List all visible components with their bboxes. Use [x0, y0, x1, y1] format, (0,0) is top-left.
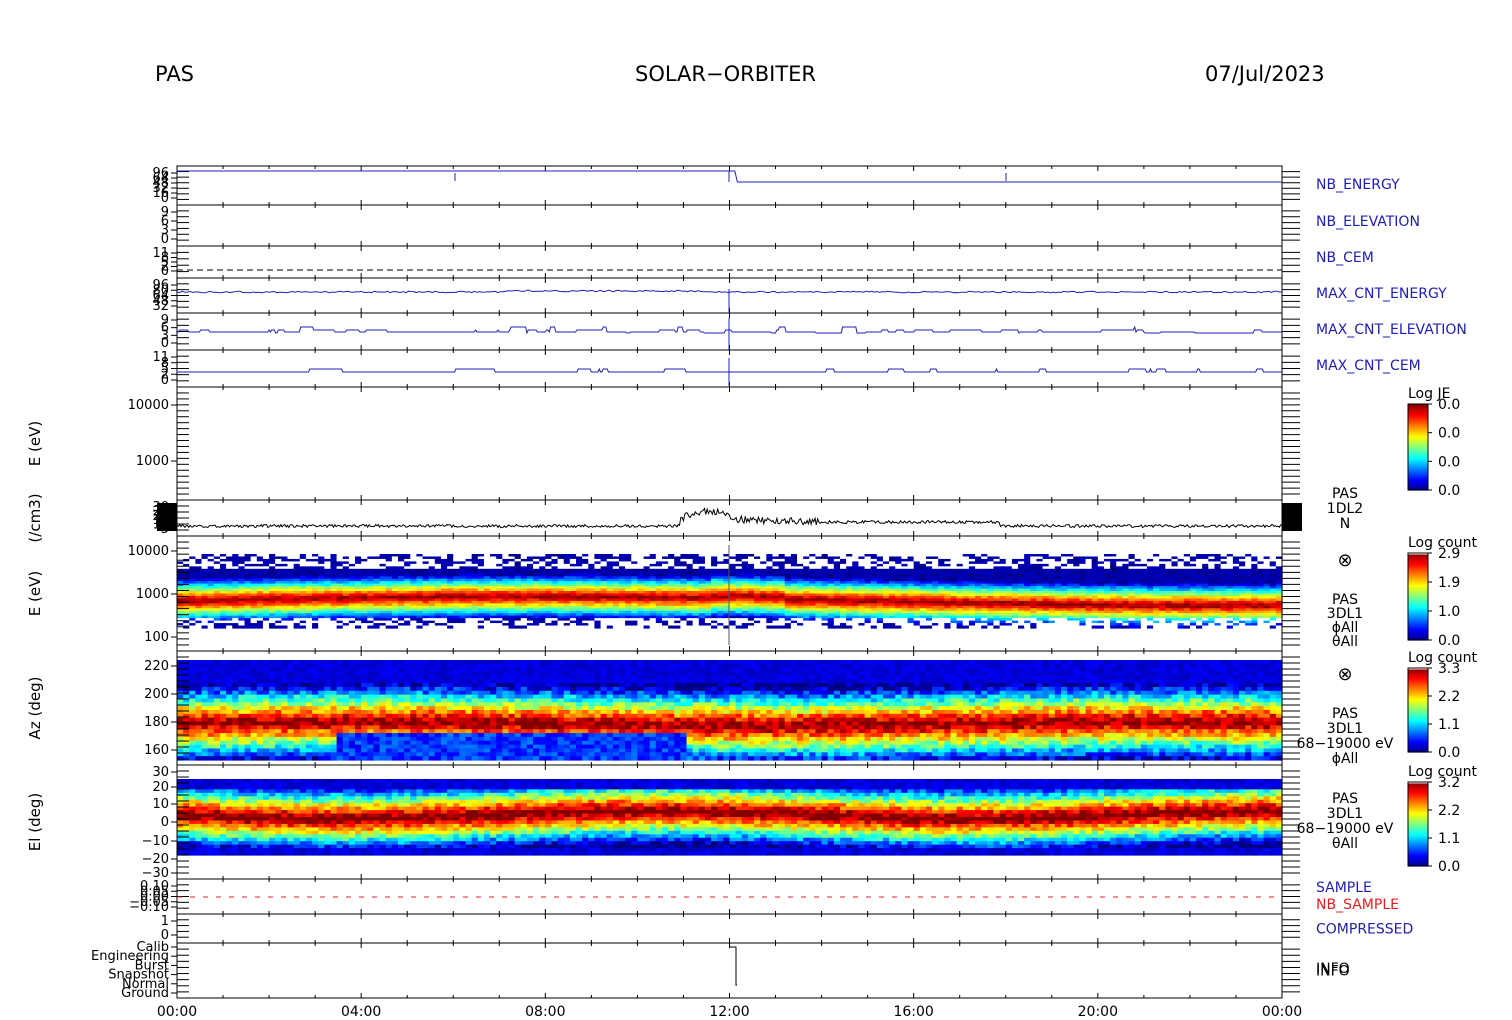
- energy-spectrogram-ytick: 10000: [128, 544, 169, 559]
- azimuth-spectrogram-ylabel: Az (deg): [26, 677, 44, 740]
- elevation-spectrogram-cbar-tick: 1.1: [1438, 831, 1460, 847]
- energy-spectrogram-colorbar: [1407, 552, 1432, 641]
- elevation-spectrogram-side-3: θAll: [1332, 836, 1358, 852]
- x-tick-label: 16:00: [893, 1004, 933, 1020]
- energy-spectrogram-cbar-tick: 2.9: [1438, 546, 1460, 562]
- nb-elevation-frame: [176, 204, 1283, 247]
- density-side-1: 1DL2: [1327, 501, 1363, 517]
- energy-spectrogram-ytick: 1000: [136, 587, 169, 602]
- elevation-spectrogram-cbar-tick: 0.0: [1438, 859, 1460, 875]
- elevation-spectrogram-side-2: 68−19000 eV: [1297, 821, 1394, 837]
- nb-energy-label: NB_ENERGY: [1316, 177, 1400, 193]
- je-spectrogram-cbar-tick: 0.0: [1438, 483, 1460, 499]
- x-tick-label: 20:00: [1078, 1004, 1118, 1020]
- energy-spectrogram-ytick: 100: [144, 630, 169, 645]
- azimuth-spectrogram-cbar-tick: 0.0: [1438, 745, 1460, 761]
- energy-spectrogram-cbar-tick: 1.0: [1438, 604, 1460, 620]
- azimuth-spectrogram-side-1: 3DL1: [1327, 721, 1363, 737]
- density-frame: [176, 499, 1283, 537]
- elevation-spectrogram-ytick: 20: [152, 780, 169, 795]
- x-tick-label: 04:00: [341, 1004, 381, 1020]
- max-cnt-cem-label: MAX_CNT_CEM: [1316, 358, 1421, 374]
- energy-spectrogram-ylabel: E (eV): [26, 571, 44, 616]
- sample-label-1: NB_SAMPLE: [1316, 897, 1399, 913]
- max-cnt-energy-ytick: 32: [152, 299, 169, 314]
- info-frame: [176, 942, 1283, 999]
- info-ytick: Ground: [121, 986, 169, 1001]
- max-cnt-energy-label: MAX_CNT_ENERGY: [1316, 286, 1447, 302]
- je-spectrogram-ylabel: E (eV): [26, 421, 44, 466]
- azimuth-spectrogram-cbar-tick: 2.2: [1438, 689, 1460, 705]
- density-side-2: N: [1340, 516, 1350, 532]
- circle-cross-icon: ⊗: [1337, 550, 1352, 571]
- elevation-spectrogram-ytick: 0: [161, 815, 169, 830]
- elevation-spectrogram-ytick: 30: [152, 765, 169, 780]
- elevation-spectrogram-ylabel: El (deg): [26, 793, 44, 851]
- pas-summary-plot: 9664483216096301185209680644832963011852…: [26, 165, 1477, 1020]
- elevation-spectrogram-ytick: −20: [142, 852, 169, 867]
- elevation-spectrogram-side-1: 3DL1: [1327, 806, 1363, 822]
- circle-cross-icon: ⊗: [1337, 664, 1352, 685]
- density-ylabel: (/cm3): [26, 493, 44, 542]
- density-edge-block: [1282, 503, 1302, 531]
- nb-elevation-label: NB_ELEVATION: [1316, 214, 1420, 230]
- elevation-spectrogram-cells: [177, 779, 1283, 856]
- density-trace: [176, 507, 1283, 529]
- energy-spectrogram-cells: [177, 554, 1283, 629]
- azimuth-spectrogram-side-2: 68−19000 eV: [1297, 736, 1394, 752]
- elevation-spectrogram-cbar-tick: 2.2: [1438, 803, 1460, 819]
- density-side-0: PAS: [1332, 486, 1358, 502]
- azimuth-spectrogram-cells: [177, 660, 1283, 761]
- energy-spectrogram-side-3: θAll: [1332, 634, 1358, 650]
- azimuth-spectrogram-ytick: 180: [144, 715, 169, 730]
- azimuth-spectrogram-side-0: PAS: [1332, 706, 1358, 722]
- elevation-spectrogram-side-0: PAS: [1332, 791, 1358, 807]
- nb-energy-ytick: 0: [161, 191, 169, 206]
- azimuth-spectrogram-side-3: ϕAll: [1332, 751, 1359, 767]
- max-cnt-elevation-label: MAX_CNT_ELEVATION: [1316, 322, 1467, 338]
- x-tick-label: 00:00: [157, 1004, 197, 1020]
- sample-ytick: −0.10: [129, 900, 169, 915]
- sample-label-0: SAMPLE: [1316, 880, 1372, 896]
- nb-cem-label: NB_CEM: [1316, 250, 1374, 266]
- x-tick-label: 08:00: [525, 1004, 565, 1020]
- max-cnt-elevation-ytick: 0: [161, 336, 169, 351]
- azimuth-spectrogram-ytick: 220: [144, 659, 169, 674]
- elevation-spectrogram-ytick: −10: [142, 834, 169, 849]
- elevation-spectrogram-cbar-tick: 3.2: [1438, 775, 1460, 791]
- azimuth-spectrogram-cbar-tick: 1.1: [1438, 717, 1460, 733]
- compressed-label: COMPRESSED: [1316, 922, 1413, 938]
- nb-cem-ytick: 0: [161, 264, 169, 279]
- azimuth-spectrogram-ytick: 160: [144, 743, 169, 758]
- energy-spectrogram-cbar-tick: 1.9: [1438, 575, 1460, 591]
- info-label: INFO: [1316, 961, 1350, 977]
- azimuth-spectrogram-ytick: 200: [144, 687, 169, 702]
- je-spectrogram-ytick: 1000: [136, 454, 169, 469]
- x-tick-label: 00:00: [1262, 1004, 1302, 1020]
- nb-elevation-ytick: 0: [161, 232, 169, 247]
- je-spectrogram-frame: [176, 386, 1283, 501]
- density-edge-block: [157, 503, 177, 531]
- x-tick-label: 12:00: [709, 1004, 749, 1020]
- je-spectrogram-cbar-tick: 0.0: [1438, 454, 1460, 470]
- je-spectrogram-cbar-tick: 0.0: [1438, 397, 1460, 413]
- elevation-spectrogram-colorbar: [1407, 781, 1432, 867]
- je-spectrogram-cbar-tick: 0.0: [1438, 426, 1460, 442]
- azimuth-spectrogram-colorbar: [1407, 667, 1432, 753]
- je-spectrogram-colorbar: [1407, 403, 1432, 491]
- elevation-spectrogram-ytick: 10: [152, 797, 169, 812]
- max-cnt-cem-ytick: 0: [161, 373, 169, 388]
- azimuth-spectrogram-cbar-tick: 3.3: [1438, 661, 1460, 677]
- je-spectrogram-ytick: 10000: [128, 398, 169, 413]
- info-trace: [729, 946, 737, 986]
- energy-spectrogram-cbar-tick: 0.0: [1438, 633, 1460, 649]
- compressed-ytick: 1: [161, 914, 169, 929]
